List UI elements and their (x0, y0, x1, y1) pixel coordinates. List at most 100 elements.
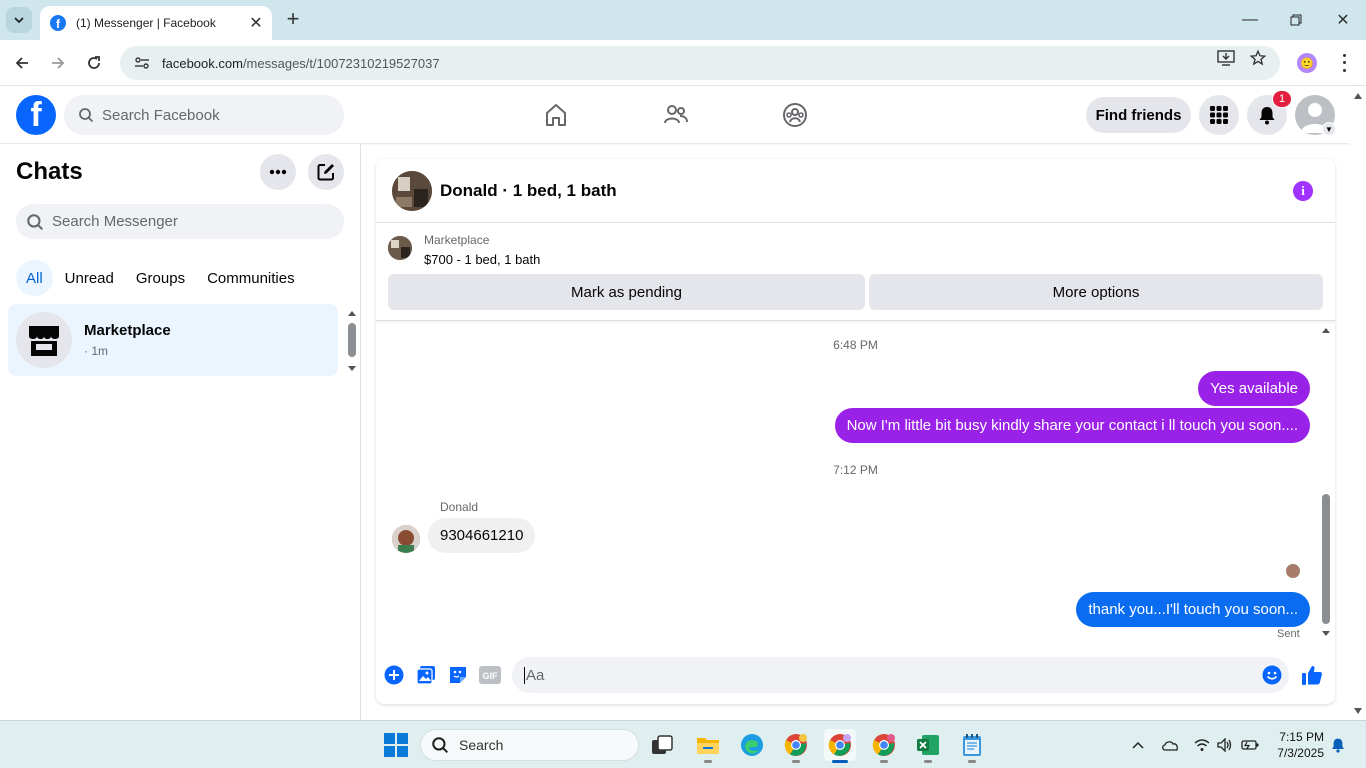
wifi-icon[interactable] (1192, 735, 1212, 755)
outgoing-message[interactable]: thank you...I'll touch you soon... (1076, 592, 1310, 627)
incoming-message[interactable]: 9304661210 (428, 518, 536, 553)
new-message-button[interactable] (308, 154, 344, 190)
tab-title: (1) Messenger | Facebook (76, 16, 216, 30)
facebook-favicon-icon: f (50, 15, 66, 31)
compose-icon (317, 164, 334, 181)
browser-tab-active[interactable]: f (1) Messenger | Facebook ✕ (40, 6, 272, 40)
system-clock[interactable]: 7:15 PM 7/3/2025 (1272, 729, 1324, 761)
marketplace-avatar (16, 312, 72, 368)
friends-icon[interactable] (662, 101, 690, 129)
message-input-placeholder: Aa (524, 666, 545, 684)
restore-icon[interactable] (1284, 8, 1308, 32)
minimize-icon[interactable]: — (1238, 8, 1262, 32)
chat-list-item[interactable]: Marketplace · 1m (8, 304, 338, 376)
onedrive-icon[interactable] (1160, 735, 1180, 755)
seen-receipt-avatar (1286, 564, 1300, 578)
new-tab-button[interactable]: + (282, 8, 304, 30)
tab-search-button[interactable] (6, 7, 32, 33)
windows-taskbar: Search 7:15 PM 7/3/2025 (0, 720, 1366, 768)
notification-bell-icon[interactable] (1328, 735, 1348, 755)
marketplace-listing-banner: Marketplace $700 - 1 bed, 1 bath Mark as… (376, 224, 1335, 321)
listing-avatar[interactable] (392, 171, 432, 211)
close-tab-icon[interactable]: ✕ (246, 13, 266, 33)
listing-title[interactable]: $700 - 1 bed, 1 bath (424, 252, 540, 267)
clock-date: 7/3/2025 (1277, 746, 1324, 760)
messenger-search-input[interactable]: Search Messenger (16, 204, 344, 239)
site-info-icon[interactable] (134, 55, 150, 71)
taskbar-search-input[interactable]: Search (420, 729, 639, 761)
windows-start-icon[interactable] (380, 729, 412, 761)
sender-avatar[interactable] (392, 525, 420, 553)
filter-groups[interactable]: Groups (126, 260, 195, 296)
grid-icon (1210, 106, 1228, 124)
find-friends-button[interactable]: Find friends (1086, 97, 1191, 133)
file-explorer-icon[interactable] (692, 729, 724, 763)
menu-grid-button[interactable] (1199, 95, 1239, 135)
chats-scrollbar[interactable] (345, 308, 359, 374)
close-window-icon[interactable]: ✕ (1331, 8, 1355, 32)
add-plus-icon[interactable] (382, 663, 406, 687)
message-scrollbar-thumb[interactable] (1322, 494, 1330, 624)
home-icon[interactable] (542, 101, 570, 129)
browser-profile-avatar[interactable]: 🙂 (1297, 53, 1317, 73)
chats-options-button[interactable] (260, 154, 296, 190)
marketplace-store-icon (29, 326, 59, 356)
task-view-icon[interactable] (646, 729, 678, 761)
chrome-profile-2-icon[interactable] (824, 729, 856, 763)
listing-thumbnail[interactable] (388, 236, 412, 260)
message-status: Sent (1277, 628, 1300, 640)
search-icon (79, 108, 94, 123)
conversation-title[interactable]: Donald · 1 bed, 1 bath (440, 181, 617, 201)
info-icon[interactable]: i (1293, 181, 1313, 201)
facebook-search-input[interactable]: Search Facebook (64, 95, 344, 135)
clock-time: 7:15 PM (1279, 730, 1324, 744)
chevron-up-icon[interactable] (1128, 735, 1148, 755)
filter-communities[interactable]: Communities (197, 260, 305, 296)
edge-browser-icon[interactable] (736, 729, 768, 761)
chats-sidebar: Chats Search Messenger All Unread Groups… (0, 144, 361, 720)
filter-all[interactable]: All (16, 260, 53, 296)
forward-icon[interactable] (46, 51, 70, 75)
back-icon[interactable] (10, 51, 34, 75)
conversation-header: Donald · 1 bed, 1 bath i (376, 159, 1335, 223)
install-app-icon[interactable] (1216, 48, 1236, 68)
chat-timestamp: · 1m (84, 344, 108, 358)
search-icon (27, 213, 44, 230)
battery-icon[interactable] (1240, 735, 1260, 755)
notepad-icon[interactable] (956, 729, 988, 763)
outgoing-message[interactable]: Now I'm little bit busy kindly share you… (834, 408, 1310, 443)
chat-name: Marketplace (84, 322, 171, 339)
browser-menu-icon[interactable] (1336, 52, 1352, 74)
page-scrollbar[interactable] (1350, 87, 1366, 720)
taskbar-search-placeholder: Search (459, 737, 504, 753)
chrome-profile-1-icon[interactable] (780, 729, 812, 763)
message-timestamp: 6:48 PM (833, 338, 878, 352)
outgoing-message[interactable]: Yes available (1198, 371, 1310, 406)
sticker-icon[interactable] (446, 663, 470, 687)
photo-gallery-icon[interactable] (414, 663, 438, 687)
more-options-button[interactable]: More options (869, 274, 1323, 310)
emoji-icon[interactable] (1260, 663, 1284, 687)
browser-tab-bar: f (1) Messenger | Facebook ✕ + — ✕ (0, 0, 1366, 40)
volume-icon[interactable] (1215, 735, 1235, 755)
excel-icon[interactable] (912, 729, 944, 763)
filter-unread[interactable]: Unread (55, 260, 124, 296)
svg-text:GIF: GIF (483, 671, 499, 681)
message-timestamp: 7:12 PM (833, 463, 878, 477)
address-bar[interactable]: facebook.com/messages/t/1007231021952703… (120, 46, 1280, 80)
chrome-profile-3-icon[interactable] (868, 729, 900, 763)
listing-label: Marketplace (424, 233, 490, 247)
reload-icon[interactable] (82, 51, 106, 75)
gif-icon[interactable]: GIF (478, 663, 502, 687)
account-chevron-icon[interactable]: ▼ (1322, 122, 1336, 136)
groups-icon[interactable] (781, 101, 809, 129)
bookmark-star-icon[interactable] (1248, 48, 1268, 68)
mark-as-pending-button[interactable]: Mark as pending (388, 274, 865, 310)
notification-count-badge: 1 (1272, 90, 1292, 108)
thumbs-up-icon[interactable] (1300, 663, 1324, 687)
conversation-panel: Donald · 1 bed, 1 bath i Marketplace $70… (376, 159, 1335, 704)
facebook-logo-icon[interactable]: f (16, 95, 56, 135)
browser-toolbar: facebook.com/messages/t/1007231021952703… (0, 40, 1366, 86)
chat-filters: All Unread Groups Communities (16, 260, 307, 296)
message-input[interactable]: Aa (512, 657, 1289, 693)
